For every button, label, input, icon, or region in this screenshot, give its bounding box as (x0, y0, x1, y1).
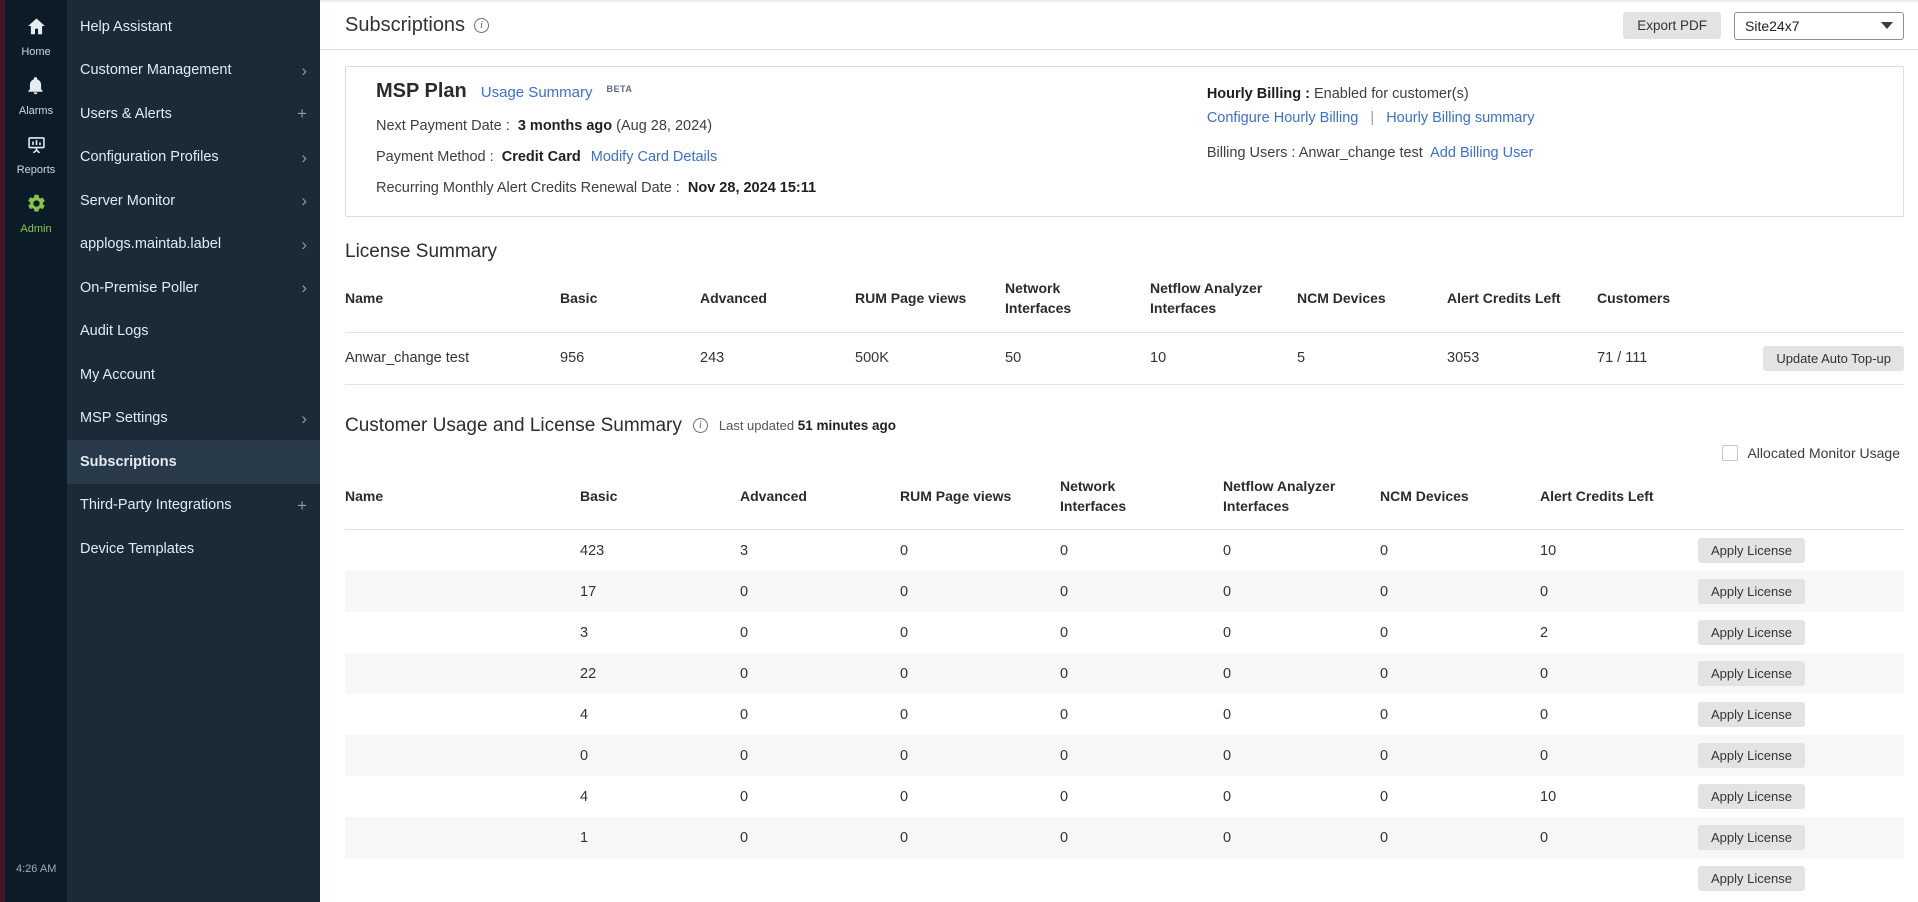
info-icon[interactable]: i (693, 418, 708, 433)
usage-table-body: 4233000010 Apply License 17000000 Apply … (345, 530, 1904, 899)
last-updated-text: Last updated 51 minutes ago (719, 418, 896, 433)
table-row: 40000010 Apply License (345, 776, 1904, 817)
rail-item-alarms[interactable]: Alarms (19, 75, 53, 117)
apply-license-button[interactable]: Apply License (1698, 661, 1805, 686)
apply-license-button[interactable]: Apply License (1698, 825, 1805, 850)
plus-icon: + (297, 497, 307, 514)
rail-item-label: Admin (20, 223, 51, 235)
link-separator: | (1370, 110, 1374, 126)
table-row: 4233000010 Apply License (345, 530, 1904, 571)
modify-card-details-link[interactable]: Modify Card Details (591, 149, 718, 165)
reports-icon (26, 134, 47, 160)
plus-icon: + (297, 105, 307, 122)
apply-license-button[interactable]: Apply License (1698, 743, 1805, 768)
apply-license-button[interactable]: Apply License (1698, 866, 1805, 891)
rail-item-home[interactable]: Home (21, 16, 50, 58)
sidebar-item-third-party-integrations[interactable]: Third-Party Integrations+ (67, 484, 320, 528)
clock-time: 4:26 AM (16, 863, 56, 875)
rail-item-label: Home (21, 46, 50, 58)
page-title: Subscriptions (345, 14, 465, 37)
account-select[interactable]: Site24x7 (1734, 12, 1904, 40)
sidebar-item-on-premise-poller[interactable]: On-Premise Poller› (67, 266, 320, 310)
account-select-value: Site24x7 (1745, 18, 1799, 34)
table-row: 4000000 Apply License (345, 694, 1904, 735)
chevron-right-icon: › (301, 236, 307, 253)
usage-table-header: Name Basic Advanced RUM Page views Netwo… (345, 461, 1904, 531)
chevron-right-icon: › (301, 279, 307, 296)
table-row: 22000000 Apply License (345, 653, 1904, 694)
msp-plan-title: MSP Plan (376, 80, 467, 103)
apply-license-button[interactable]: Apply License (1698, 784, 1805, 809)
rail-item-label: Reports (17, 164, 56, 176)
payment-method-line: Payment Method : Credit Card Modify Card… (376, 149, 1207, 165)
recurring-renewal-line: Recurring Monthly Alert Credits Renewal … (376, 180, 1207, 196)
usage-summary-link[interactable]: Usage Summary (481, 84, 593, 101)
sidebar-item-device-templates[interactable]: Device Templates (67, 527, 320, 571)
table-row: 1000000 Apply License (345, 817, 1904, 858)
customer-usage-section: Customer Usage and License Summary i Las… (345, 415, 1904, 900)
chevron-right-icon: › (301, 149, 307, 166)
hourly-billing-summary-link[interactable]: Hourly Billing summary (1386, 110, 1534, 126)
allocated-monitor-usage-checkbox[interactable] (1722, 445, 1738, 461)
sidebar-item-applogs[interactable]: applogs.maintab.label› (67, 223, 320, 267)
apply-license-button[interactable]: Apply License (1698, 620, 1805, 645)
hourly-billing-line: Hourly Billing : Enabled for customer(s) (1207, 86, 1535, 102)
icon-rail: Home Alarms Reports Admin 4:26 AM (5, 0, 67, 902)
sidebar-item-subscriptions[interactable]: Subscriptions (67, 440, 320, 484)
info-icon[interactable]: i (474, 18, 489, 33)
table-row: 3000002 Apply License (345, 612, 1904, 653)
beta-badge: BETA (606, 84, 632, 94)
update-auto-top-up-button[interactable]: Update Auto Top-up (1763, 346, 1904, 371)
main-content: Subscriptions i Export PDF Site24x7 MSP … (320, 0, 1918, 902)
table-row: 0000000 Apply License (345, 735, 1904, 776)
customer-usage-title: Customer Usage and License Summary (345, 415, 682, 437)
table-row: 17000000 Apply License (345, 571, 1904, 612)
sidebar-item-users-alerts[interactable]: Users & Alerts+ (67, 92, 320, 136)
license-table-header: Name Basic Advanced RUM Page views Netwo… (345, 263, 1904, 333)
license-name: Anwar_change test (345, 350, 560, 366)
billing-users-line: Billing Users : Anwar_change test Add Bi… (1207, 145, 1535, 161)
allocated-monitor-usage-label: Allocated Monitor Usage (1747, 445, 1900, 461)
table-row-partial: Apply License (345, 858, 1904, 899)
caret-down-icon (1881, 22, 1893, 29)
license-summary-title: License Summary (345, 241, 1904, 263)
page-header: Subscriptions i Export PDF Site24x7 (320, 2, 1918, 50)
admin-menu: Help Assistant Customer Management› User… (67, 0, 320, 902)
sidebar-item-server-monitor[interactable]: Server Monitor› (67, 179, 320, 223)
chevron-right-icon: › (301, 410, 307, 427)
license-summary-section: License Summary Name Basic Advanced RUM … (345, 241, 1904, 385)
sidebar-item-customer-management[interactable]: Customer Management› (67, 49, 320, 93)
configure-hourly-billing-link[interactable]: Configure Hourly Billing (1207, 110, 1359, 126)
sidebar-item-msp-settings[interactable]: MSP Settings› (67, 397, 320, 441)
home-icon (26, 16, 47, 42)
sidebar-item-help-assistant[interactable]: Help Assistant (67, 5, 320, 49)
apply-license-button[interactable]: Apply License (1698, 579, 1805, 604)
page-body: MSP Plan Usage Summary BETA Next Payment… (320, 50, 1918, 902)
license-table-row: Anwar_change test 956 243 500K 50 10 5 3… (345, 333, 1904, 385)
alarm-bell-icon (25, 75, 46, 101)
sidebar-item-configuration-profiles[interactable]: Configuration Profiles› (67, 136, 320, 180)
msp-plan-box: MSP Plan Usage Summary BETA Next Payment… (345, 66, 1904, 217)
rail-item-reports[interactable]: Reports (17, 134, 56, 176)
admin-gear-icon (26, 193, 47, 219)
apply-license-button[interactable]: Apply License (1698, 538, 1805, 563)
export-pdf-button[interactable]: Export PDF (1623, 12, 1721, 39)
chevron-right-icon: › (301, 192, 307, 209)
apply-license-button[interactable]: Apply License (1698, 702, 1805, 727)
chevron-right-icon: › (301, 62, 307, 79)
rail-item-label: Alarms (19, 105, 53, 117)
next-payment-line: Next Payment Date : 3 months ago (Aug 28… (376, 118, 1207, 134)
sidebar-item-audit-logs[interactable]: Audit Logs (67, 310, 320, 354)
rail-item-admin[interactable]: Admin (20, 193, 51, 235)
add-billing-user-link[interactable]: Add Billing User (1430, 145, 1533, 161)
sidebar-item-my-account[interactable]: My Account (67, 353, 320, 397)
